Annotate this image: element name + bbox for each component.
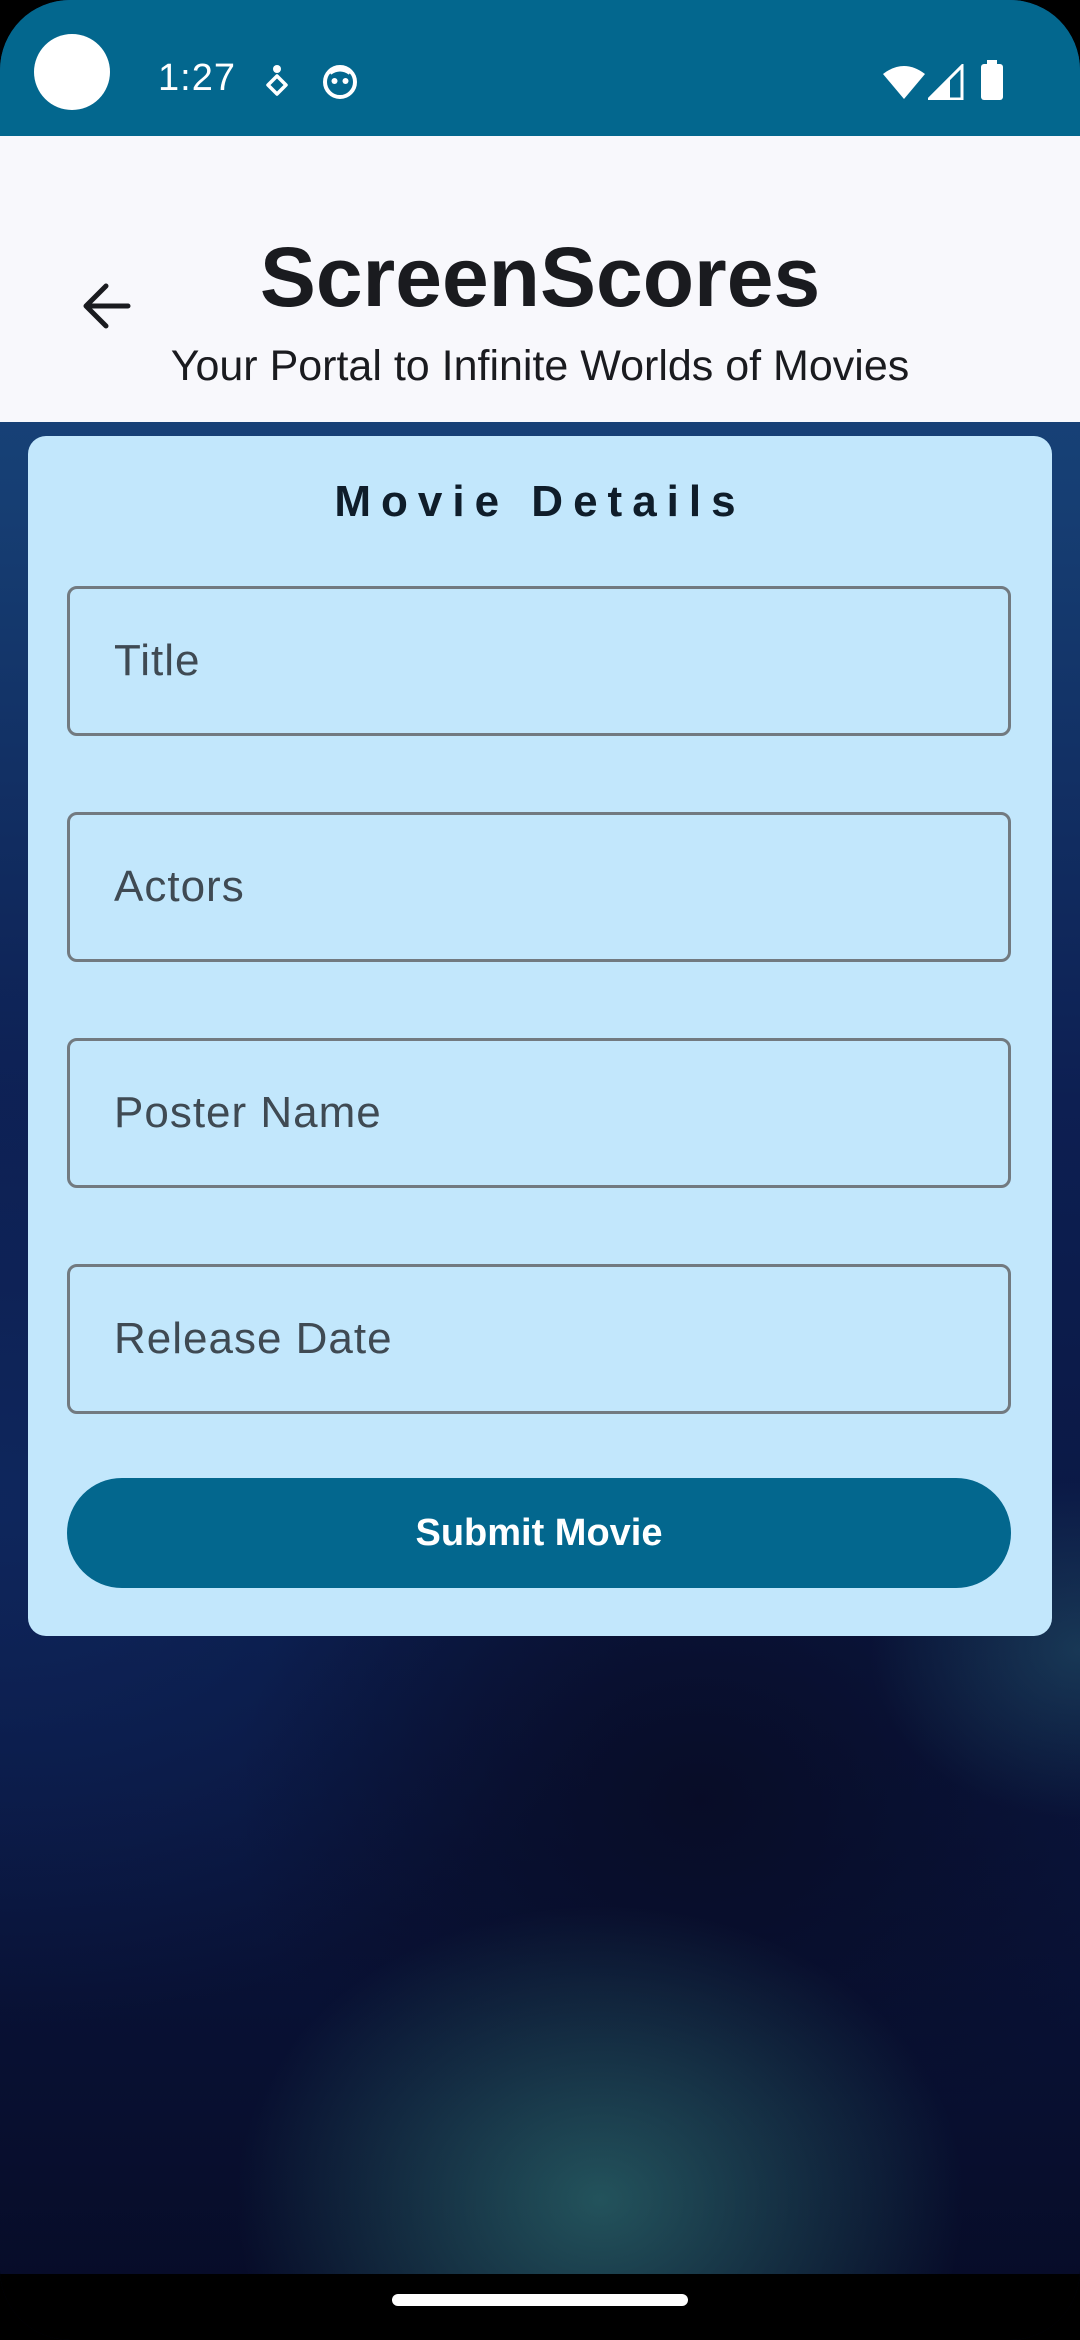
app-header: ScreenScores Your Portal to Infinite Wor… — [0, 136, 1080, 422]
movie-details-card: Movie Details Submit Movie — [28, 436, 1052, 1636]
release-date-field[interactable] — [67, 1264, 1011, 1414]
camera-cutout — [34, 34, 110, 110]
app-screen: 1:27 ScreenScores Your Portal to Infinit… — [0, 0, 1080, 2340]
status-bar: 1:27 — [0, 0, 1080, 136]
app-title: ScreenScores — [259, 230, 821, 324]
card-title: Movie Details — [334, 477, 746, 526]
navigation-bar — [0, 2274, 1080, 2340]
face-icon — [322, 64, 358, 105]
actors-field[interactable] — [67, 812, 1011, 962]
title-field[interactable] — [67, 586, 1011, 736]
signal-icon — [925, 62, 964, 105]
home-gesture-handle[interactable] — [392, 2294, 688, 2306]
wifi-icon — [882, 64, 926, 105]
status-time: 1:27 — [158, 57, 236, 99]
app-subtitle: Your Portal to Infinite Worlds of Movies — [170, 342, 910, 390]
submit-movie-button[interactable]: Submit Movie — [67, 1478, 1011, 1588]
poster-name-field[interactable] — [67, 1038, 1011, 1188]
accessibility-icon — [264, 64, 290, 103]
battery-icon — [980, 60, 1004, 105]
